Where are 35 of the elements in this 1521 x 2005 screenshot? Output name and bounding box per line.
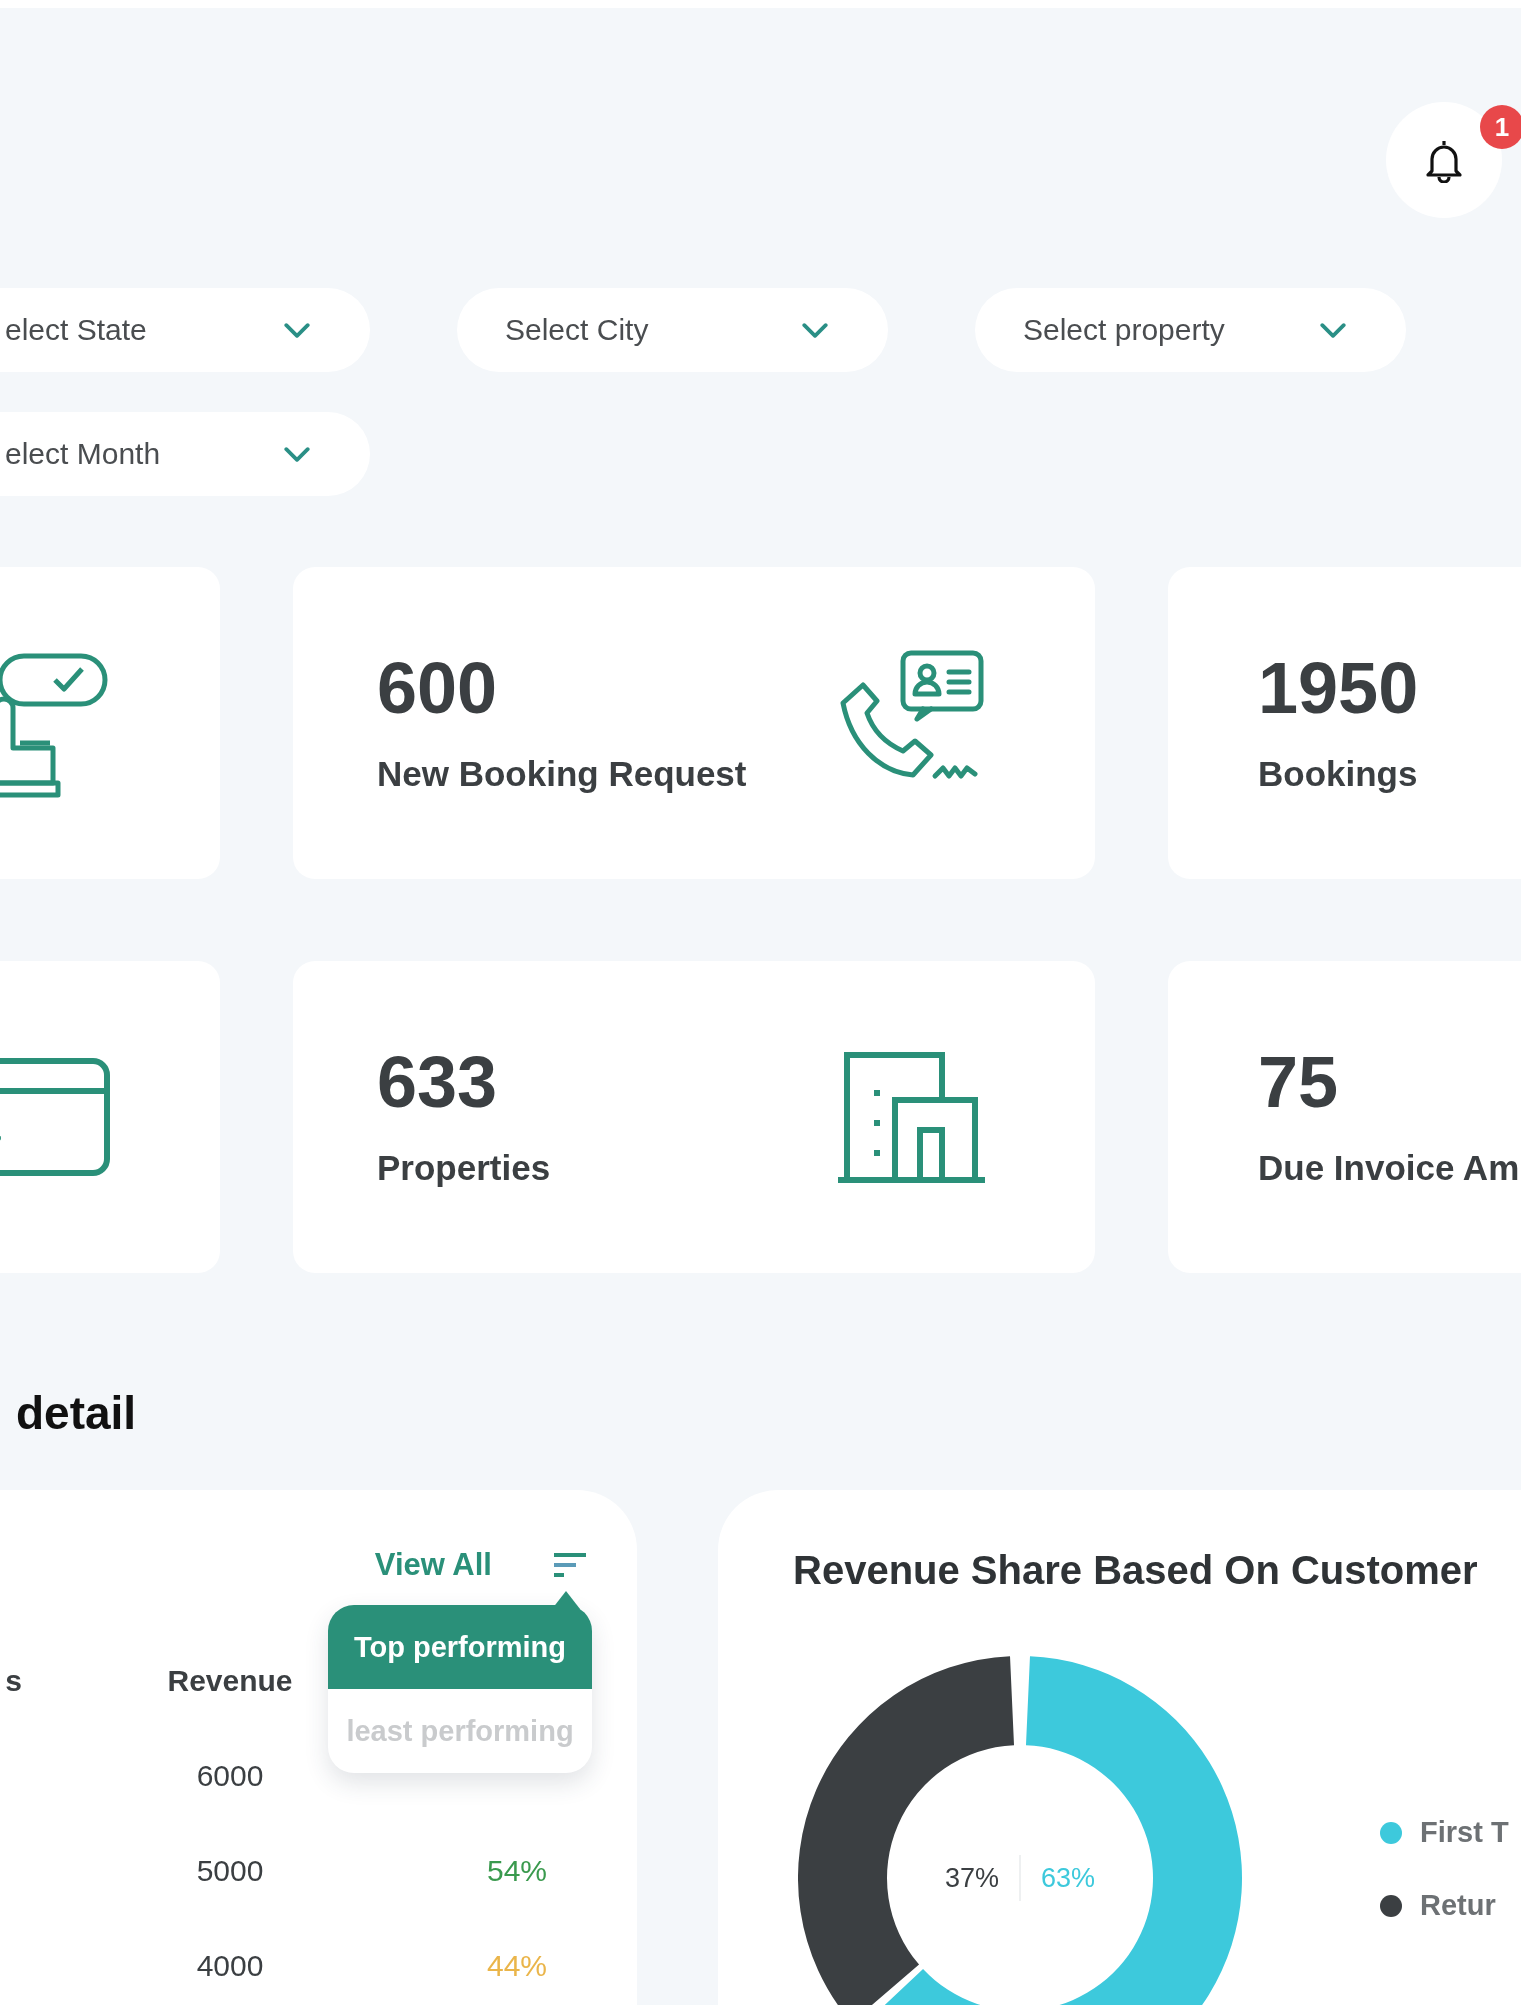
- table-cell-text: 4000: [195, 1947, 265, 1984]
- chevron-down-icon: [1320, 322, 1346, 338]
- stat-label: New Booking Request: [377, 754, 747, 794]
- percent-cell-text: 44%: [485, 1947, 548, 1984]
- value-label: 37%: [944, 1862, 999, 1894]
- chart-title: Revenue Share Based On Customer: [793, 1548, 1479, 1593]
- stat-label: Properties: [377, 1148, 551, 1188]
- select-dropdown[interactable]: Select City: [457, 288, 888, 372]
- notification-badge: 1: [1480, 105, 1521, 149]
- column-header: Revenue: [166, 1662, 294, 1699]
- section-heading: detail: [16, 1388, 138, 1438]
- credit-card-icon: [0, 1058, 110, 1176]
- filter-icon[interactable]: [552, 1552, 588, 1578]
- legend-label: First T: [1420, 1816, 1509, 1849]
- menu-item[interactable]: Top performing: [328, 1605, 592, 1689]
- building-icon: [835, 1049, 985, 1185]
- chevron-down-icon: [284, 446, 310, 462]
- stat-value: 75: [1258, 1046, 1340, 1118]
- stat-value: 1950: [1258, 652, 1419, 724]
- stat-value: 600: [377, 652, 499, 724]
- stat-label: Bookings: [1258, 754, 1419, 794]
- chevron-down-icon: [284, 322, 310, 338]
- table-cell-text: 6000: [195, 1757, 265, 1794]
- select-dropdown[interactable]: Select property: [975, 288, 1406, 372]
- table-cell-text: 5000: [195, 1852, 265, 1889]
- legend-label: Retur: [1420, 1889, 1496, 1922]
- stat-value: 633: [377, 1046, 499, 1118]
- chevron-down-icon: [802, 322, 828, 338]
- view-all-link[interactable]: View All: [374, 1547, 492, 1583]
- select-dropdown[interactable]: elect Month: [0, 412, 370, 496]
- select-dropdown[interactable]: elect State: [0, 288, 370, 372]
- value-label: 63%: [1041, 1862, 1096, 1894]
- column-header: s: [4, 1662, 23, 1699]
- percent-cell-text: 54%: [485, 1852, 548, 1889]
- stat-label: Due Invoice Am: [1258, 1148, 1520, 1188]
